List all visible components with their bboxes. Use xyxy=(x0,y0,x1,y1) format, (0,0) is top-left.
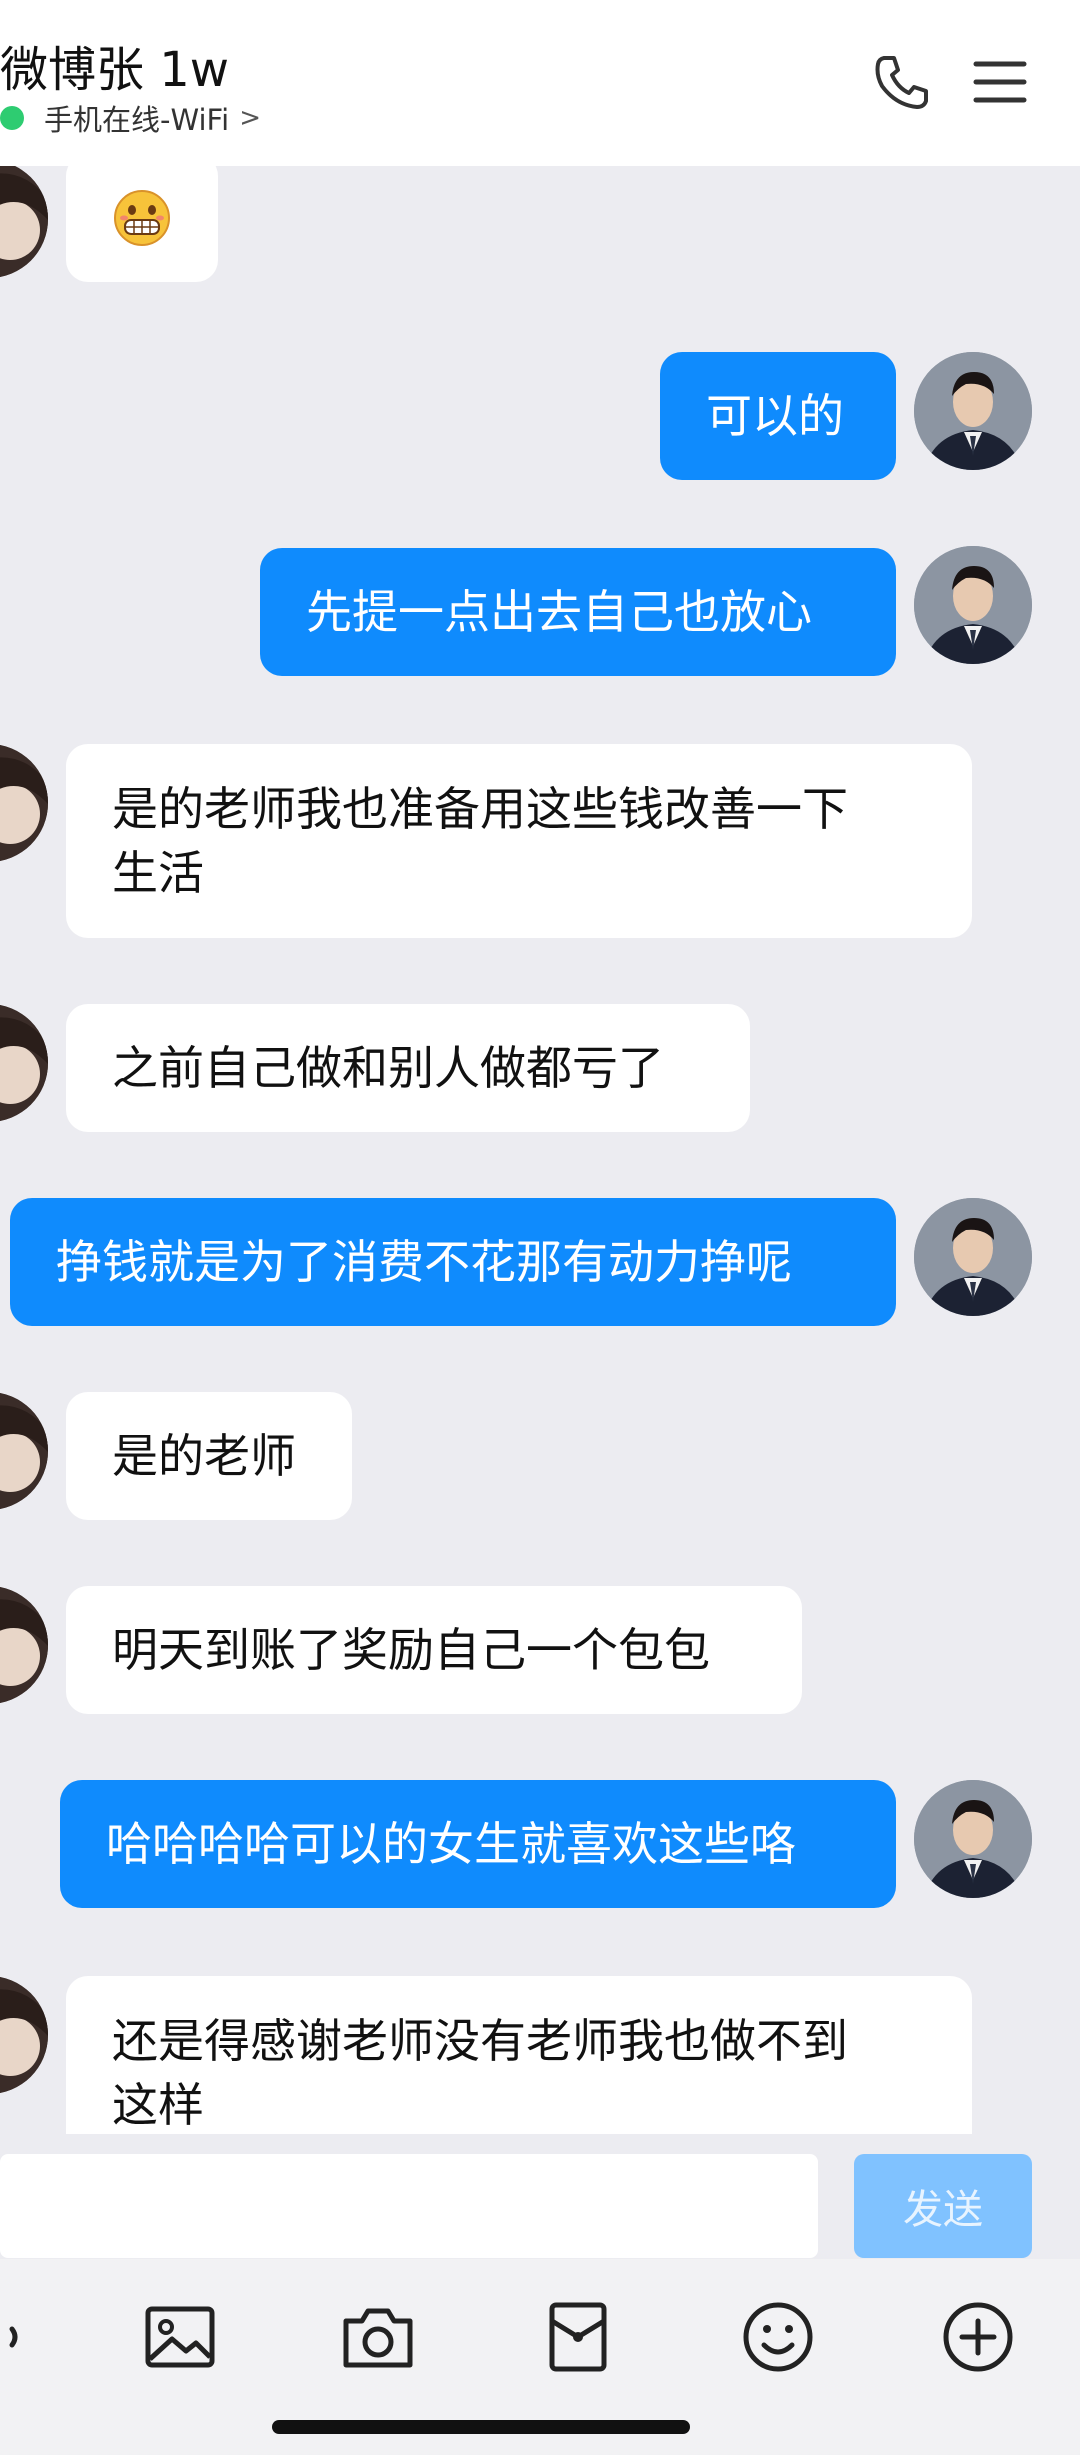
my-avatar[interactable] xyxy=(914,546,1032,664)
message-bubble-incoming[interactable]: 之前自己做和别人做都亏了 xyxy=(66,1004,750,1132)
message-bubble-incoming[interactable]: 是的老师我也准备用这些钱改善一下 生活 xyxy=(66,744,972,938)
my-avatar[interactable] xyxy=(914,352,1032,470)
image-icon[interactable] xyxy=(142,2299,218,2375)
message-bubble-incoming[interactable]: 明天到账了奖励自己一个包包 xyxy=(66,1586,802,1714)
message-bubble-incoming[interactable] xyxy=(66,166,218,282)
my-avatar[interactable] xyxy=(914,1198,1032,1316)
contact-name[interactable]: 微博张 1w xyxy=(0,30,229,100)
contact-avatar[interactable] xyxy=(0,1586,48,1704)
camera-icon[interactable] xyxy=(340,2299,416,2375)
message-bubble-incoming[interactable]: 还是得感谢老师没有老师我也做不到 这样 xyxy=(66,1976,972,2134)
send-button[interactable]: 发送 xyxy=(854,2154,1032,2258)
chat-header: 微博张 1w 手机在线-WiFi > xyxy=(0,0,1080,166)
message-text: 可以的 xyxy=(706,389,844,443)
chevron-right-icon: > xyxy=(239,103,261,133)
message-text: 先提一点出去自己也放心 xyxy=(306,585,812,639)
message-list[interactable]: 可以的 先提一点出去自己也放心 是的老师我也准备用这些钱改善一下 生活 之前自己… xyxy=(0,166,1080,2134)
message-text: 之前自己做和别人做都亏了 xyxy=(112,1041,664,1095)
my-avatar[interactable] xyxy=(914,1780,1032,1898)
voice-icon[interactable] xyxy=(0,2299,36,2375)
contact-avatar[interactable] xyxy=(0,744,48,862)
message-text-line: 这样 xyxy=(112,2078,204,2132)
message-bubble-outgoing[interactable]: 先提一点出去自己也放心 xyxy=(260,548,896,676)
emoji-icon[interactable] xyxy=(740,2299,816,2375)
contact-avatar[interactable] xyxy=(0,1004,48,1122)
plus-icon[interactable] xyxy=(940,2299,1016,2375)
message-text: 哈哈哈哈可以的女生就喜欢这些咯 xyxy=(106,1817,796,1871)
message-bubble-outgoing[interactable]: 挣钱就是为了消费不花那有动力挣呢 xyxy=(10,1198,896,1326)
phone-icon[interactable] xyxy=(870,50,934,114)
message-text-line: 还是得感谢老师没有老师我也做不到 xyxy=(112,2014,848,2068)
online-status-text: 手机在线-WiFi xyxy=(44,103,230,137)
message-text-line: 生活 xyxy=(112,846,204,900)
message-text: 挣钱就是为了消费不花那有动力挣呢 xyxy=(56,1235,792,1289)
contact-avatar[interactable] xyxy=(0,1392,48,1510)
menu-icon[interactable] xyxy=(968,50,1032,114)
message-bubble-incoming[interactable]: 是的老师 xyxy=(66,1392,352,1520)
message-bubble-outgoing[interactable]: 可以的 xyxy=(660,352,896,480)
message-input[interactable] xyxy=(0,2154,818,2258)
grinning-face-emoji-icon xyxy=(114,190,170,246)
message-text: 明天到账了奖励自己一个包包 xyxy=(112,1623,710,1677)
contact-avatar[interactable] xyxy=(0,166,48,278)
contact-avatar[interactable] xyxy=(0,1976,48,2094)
chat-screen: 微博张 1w 手机在线-WiFi > 可以的 先提一点出去自己也放心 是的老师我… xyxy=(0,0,1080,2455)
message-input-bar: 发送 xyxy=(0,2134,1080,2259)
online-status-dot xyxy=(0,106,24,130)
message-bubble-outgoing[interactable]: 哈哈哈哈可以的女生就喜欢这些咯 xyxy=(60,1780,896,1908)
online-status[interactable]: 手机在线-WiFi > xyxy=(0,100,261,137)
message-text-line: 是的老师我也准备用这些钱改善一下 xyxy=(112,782,848,836)
message-text: 是的老师 xyxy=(112,1429,296,1483)
red-packet-icon[interactable] xyxy=(540,2299,616,2375)
home-indicator[interactable] xyxy=(272,2420,690,2434)
